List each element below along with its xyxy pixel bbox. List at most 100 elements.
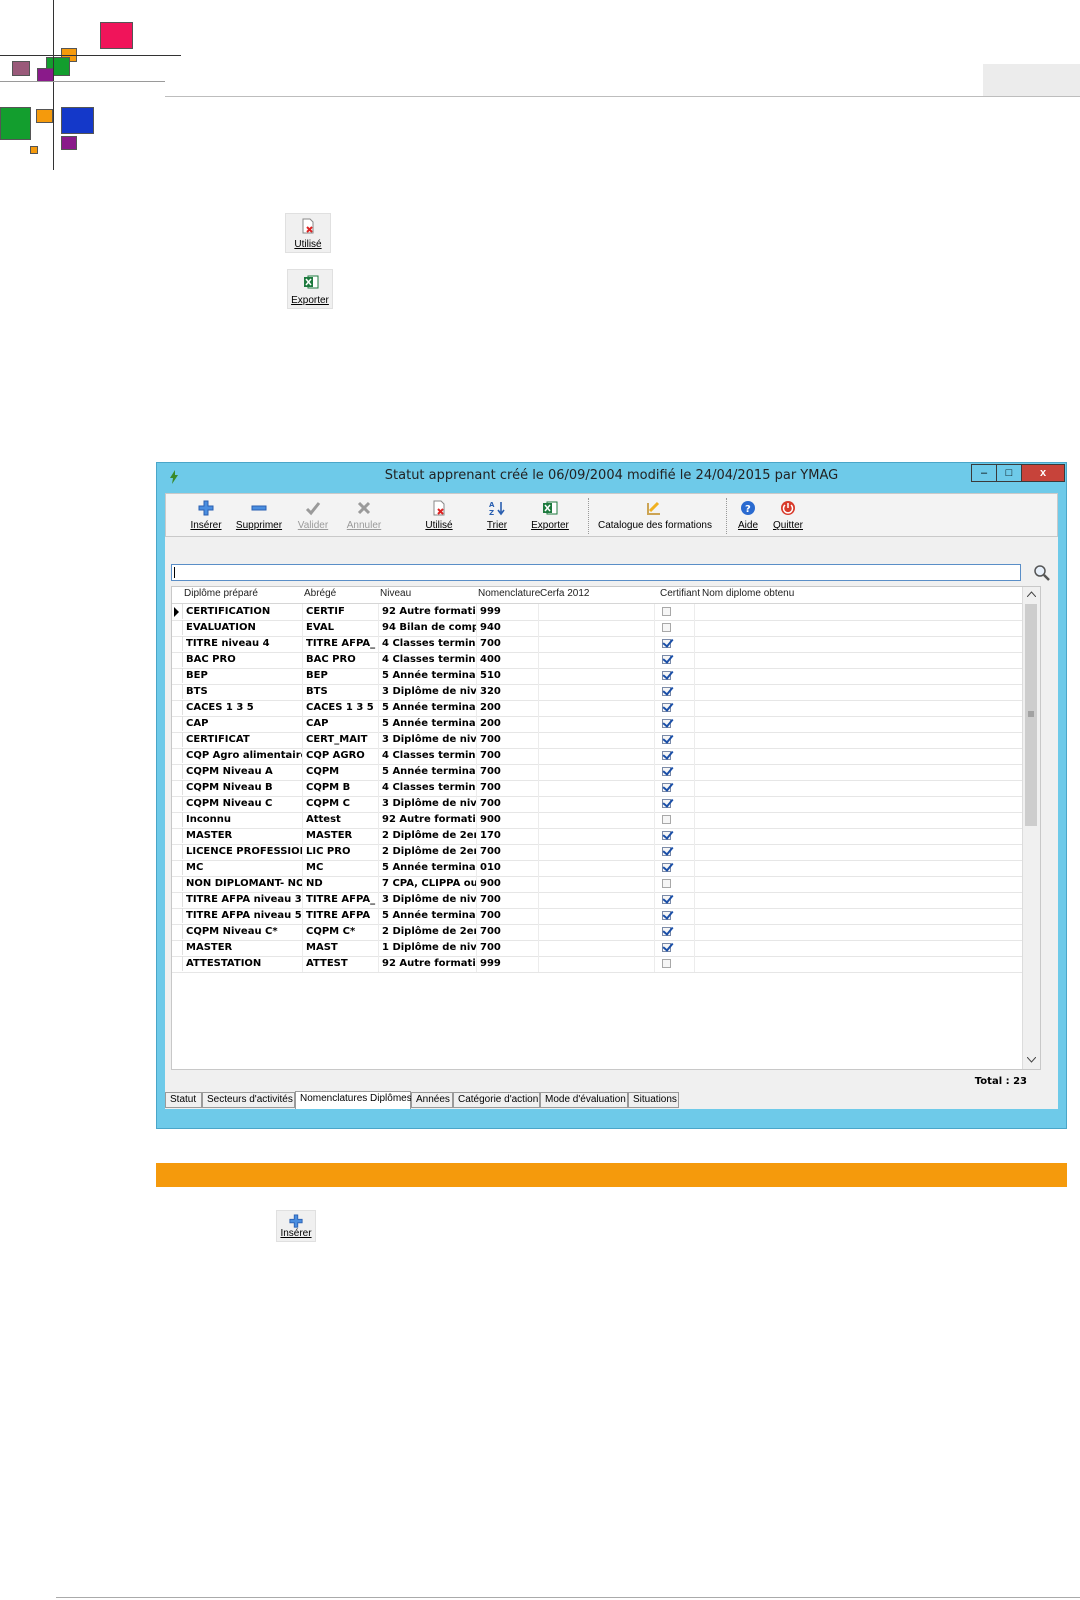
certifiant-checkbox-checked[interactable] [662, 687, 671, 696]
table-row[interactable]: CQPM Niveau C* CQPM C* 2 Diplôme de 2em 700 [172, 924, 1023, 941]
row-selector[interactable] [172, 636, 183, 651]
row-selector[interactable] [172, 956, 183, 971]
scroll-thumb[interactable] [1025, 604, 1037, 826]
certifiant-checkbox-checked[interactable] [662, 927, 671, 936]
certifiant-checkbox-checked[interactable] [662, 655, 671, 664]
column-header-nomenclature[interactable]: Nomenclature [478, 588, 540, 599]
row-selector[interactable] [172, 748, 183, 763]
tab-mode-d-valuation[interactable]: Mode d'évaluation [540, 1092, 628, 1108]
row-selector[interactable] [172, 700, 183, 715]
used-doc-button[interactable]: Utilisé [285, 213, 331, 253]
row-selector[interactable] [172, 796, 183, 811]
column-header-diplome[interactable]: Diplôme préparé [184, 588, 258, 599]
table-row[interactable]: CQPM Niveau A CQPM 5 Année terminale 700 [172, 764, 1023, 781]
row-selector[interactable] [172, 620, 183, 635]
table-row[interactable]: ATTESTATION ATTEST 92 Autre formation 999 [172, 956, 1023, 973]
row-selector[interactable] [172, 684, 183, 699]
tab-ann-es[interactable]: Années [411, 1092, 453, 1108]
row-selector[interactable] [172, 716, 183, 731]
table-row[interactable]: MASTER MASTER 2 Diplôme de 2em 170 [172, 828, 1023, 845]
row-selector[interactable] [172, 764, 183, 779]
certifiant-checkbox-checked[interactable] [662, 943, 671, 952]
cancel-button[interactable]: Annuler [344, 498, 384, 534]
column-header-certifiant[interactable]: Certifiant [660, 588, 700, 599]
table-row[interactable]: EVALUATION EVAL 94 Bilan de compé 940 [172, 620, 1023, 637]
row-selector[interactable] [172, 892, 183, 907]
export-doc-button[interactable]: Exporter [287, 269, 333, 309]
export-button[interactable]: Exporter [528, 498, 572, 534]
certifiant-checkbox-checked[interactable] [662, 799, 671, 808]
certifiant-checkbox-checked[interactable] [662, 847, 671, 856]
certifiant-checkbox-checked[interactable] [662, 895, 671, 904]
table-row[interactable]: LICENCE PROFESSION LIC PRO 2 Diplôme de 2e… [172, 844, 1023, 861]
row-selector[interactable] [172, 876, 183, 891]
row-selector[interactable] [172, 908, 183, 923]
column-header-nom[interactable]: Nom diplome obtenu [702, 588, 794, 599]
table-row[interactable]: TITRE AFPA niveau 3 TITRE AFPA_ 3 Diplôme … [172, 892, 1023, 909]
search-input[interactable] [171, 564, 1021, 581]
catalog-button[interactable]: Catalogue des formations [598, 498, 712, 534]
tab-situations[interactable]: Situations [628, 1092, 679, 1108]
quit-button[interactable]: Quitter [770, 498, 806, 534]
certifiant-checkbox-checked[interactable] [662, 735, 671, 744]
certifiant-checkbox-checked[interactable] [662, 751, 671, 760]
row-selector[interactable] [172, 828, 183, 843]
sort-button[interactable]: AZ Trier [482, 498, 512, 534]
table-row[interactable]: CACES 1 3 5 CACES 1 3 5 5 Année terminale 2… [172, 700, 1023, 717]
table-row[interactable]: TITRE niveau 4 TITRE AFPA_ 4 Classes termi… [172, 636, 1023, 653]
minimize-button[interactable]: – [971, 464, 997, 482]
column-header-niveau[interactable]: Niveau [380, 588, 411, 599]
row-selector[interactable] [172, 780, 183, 795]
certifiant-checkbox[interactable] [662, 879, 671, 888]
table-row[interactable]: Inconnu Attest 92 Autre formation 900 [172, 812, 1023, 829]
row-selector[interactable] [172, 652, 183, 667]
delete-button[interactable]: Supprimer [234, 498, 284, 534]
maximize-button[interactable]: □ [996, 464, 1022, 482]
scroll-up-icon[interactable] [1027, 591, 1036, 597]
tab-nomenclatures-dipl-mes[interactable]: Nomenclatures Diplômes [295, 1091, 412, 1109]
certifiant-checkbox-checked[interactable] [662, 911, 671, 920]
certifiant-checkbox-checked[interactable] [662, 639, 671, 648]
table-row[interactable]: BAC PRO BAC PRO 4 Classes terminal 400 [172, 652, 1023, 669]
certifiant-checkbox-checked[interactable] [662, 863, 671, 872]
row-selector[interactable] [172, 860, 183, 875]
table-row[interactable]: NON DIPLOMANT- NOI ND 7 CPA, CLIPPA ou 900 [172, 876, 1023, 893]
table-row[interactable]: TITRE AFPA niveau 5 TITRE AFPA 5 Année ter… [172, 908, 1023, 925]
table-row[interactable]: CAP CAP 5 Année terminale 200 [172, 716, 1023, 733]
certifiant-checkbox[interactable] [662, 623, 671, 632]
vertical-scrollbar[interactable] [1022, 587, 1040, 1069]
tab-cat-gorie-d-action[interactable]: Catégorie d'action [453, 1092, 540, 1108]
column-header-cerfa[interactable]: Cerfa 2012 [540, 588, 589, 599]
certifiant-checkbox-checked[interactable] [662, 783, 671, 792]
row-selector[interactable] [172, 732, 183, 747]
used-button[interactable]: Utilisé [421, 498, 457, 534]
tab-statut[interactable]: Statut [165, 1092, 202, 1108]
column-header-abrege[interactable]: Abrégé [304, 588, 336, 599]
table-row[interactable]: CQP Agro alimentaire CQP AGRO 4 Classes te… [172, 748, 1023, 765]
table-row[interactable]: CQPM Niveau C CQPM C 3 Diplôme de nive 700 [172, 796, 1023, 813]
validate-button[interactable]: Valider [294, 498, 332, 534]
search-icon[interactable] [1033, 564, 1051, 582]
table-row[interactable]: BEP BEP 5 Année terminale 510 [172, 668, 1023, 685]
row-selector[interactable] [172, 844, 183, 859]
table-row[interactable]: CERTIFICAT CERT_MAIT 3 Diplôme de nive 700 [172, 732, 1023, 749]
certifiant-checkbox-checked[interactable] [662, 831, 671, 840]
table-row[interactable]: BTS BTS 3 Diplôme de nive 320 [172, 684, 1023, 701]
tab-secteurs-d-activit-s[interactable]: Secteurs d'activités [202, 1092, 295, 1108]
certifiant-checkbox[interactable] [662, 607, 671, 616]
certifiant-checkbox-checked[interactable] [662, 719, 671, 728]
close-button[interactable]: x [1021, 464, 1065, 482]
row-selector[interactable] [172, 924, 183, 939]
help-button[interactable]: ? Aide [734, 498, 762, 534]
row-selector[interactable] [172, 812, 183, 827]
table-row[interactable]: MC MC 5 Année terminale 010 [172, 860, 1023, 877]
row-selector[interactable] [172, 668, 183, 683]
row-selector[interactable] [172, 940, 183, 955]
certifiant-checkbox[interactable] [662, 959, 671, 968]
scroll-down-icon[interactable] [1027, 1057, 1036, 1063]
table-row[interactable]: CQPM Niveau B CQPM B 4 Classes terminal 700 [172, 780, 1023, 797]
insert-button[interactable]: Insérer [186, 498, 226, 534]
insert-doc-button[interactable]: Insérer [276, 1210, 316, 1242]
row-selector[interactable] [172, 604, 183, 619]
certifiant-checkbox-checked[interactable] [662, 767, 671, 776]
